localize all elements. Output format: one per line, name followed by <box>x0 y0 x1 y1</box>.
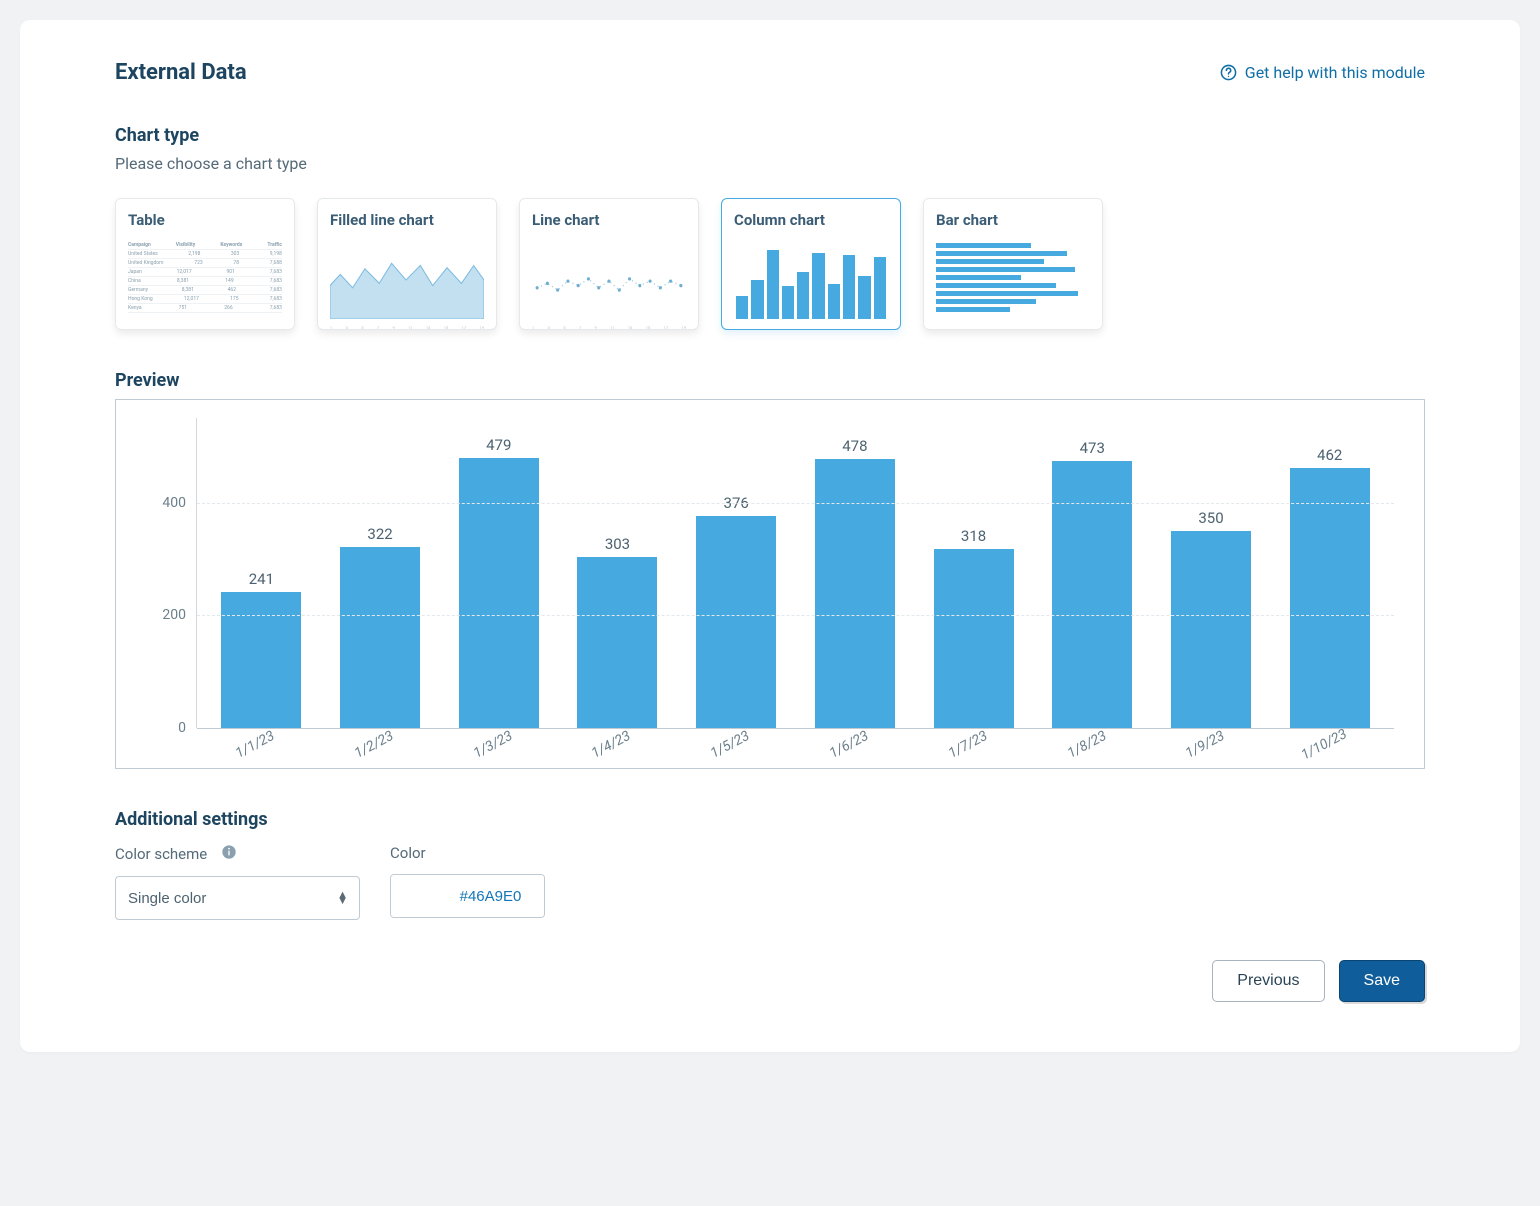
help-link[interactable]: Get help with this module <box>1220 63 1425 82</box>
chart-plot-area: 0200400 241322479303376478318473350462 <box>146 418 1394 728</box>
bar-value-label: 303 <box>605 535 630 553</box>
bar-value-label: 350 <box>1198 509 1223 527</box>
chart-bar: 350 <box>1152 418 1271 728</box>
help-link-label: Get help with this module <box>1245 63 1425 82</box>
preview-chart: 0 200 400 241 322 479 303 376 478 318 473 350 462 1… <box>115 399 1425 769</box>
chart-bar: 479 <box>439 418 558 728</box>
filled-line-thumb-icon: 135791113151719 <box>330 241 484 319</box>
chart-bar: 473 <box>1033 418 1152 728</box>
chart-option-label: Table <box>128 211 282 229</box>
page-title: External Data <box>115 60 247 85</box>
color-scheme-select[interactable]: Single color <box>115 876 360 920</box>
color-scheme-label: Color scheme <box>115 844 360 864</box>
chart-y-axis: 0200400 <box>146 418 196 728</box>
wizard-buttons: Previous Save <box>115 960 1425 1002</box>
color-input[interactable] <box>390 874 545 918</box>
bar-value-label: 241 <box>249 570 274 588</box>
help-icon <box>1220 64 1237 81</box>
chart-bar: 303 <box>558 418 677 728</box>
color-field: Color <box>390 844 545 920</box>
line-thumb-icon: 135791113151719 <box>532 241 686 319</box>
color-hex-input[interactable] <box>391 875 545 917</box>
bar-value-label: 478 <box>842 437 867 455</box>
color-scheme-field: Color scheme Single color ▲▼ <box>115 844 360 920</box>
column-thumb-icon <box>734 241 888 319</box>
chart-bar: 318 <box>914 418 1033 728</box>
bar-value-label: 322 <box>367 525 392 543</box>
chart-bar: 241 <box>202 418 321 728</box>
color-label: Color <box>390 844 545 862</box>
chart-option-label: Filled line chart <box>330 211 484 229</box>
chart-bar: 376 <box>677 418 796 728</box>
chart-type-title: Chart type <box>115 125 1425 146</box>
bar-value-label: 318 <box>961 527 986 545</box>
chart-bar: 462 <box>1270 418 1389 728</box>
y-tick: 200 <box>162 607 186 623</box>
chart-option-label: Column chart <box>734 211 888 229</box>
y-tick: 0 <box>178 720 186 736</box>
chart-type-options: Table CampaignVisibilityKeywordsTraffic … <box>115 198 1425 330</box>
chart-x-axis: 1/1/231/2/231/3/231/4/231/5/231/6/231/7/… <box>196 734 1394 750</box>
module-card: External Data Get help with this module … <box>20 20 1520 1052</box>
bar-thumb-icon <box>936 241 1090 319</box>
chart-bar: 478 <box>796 418 915 728</box>
info-icon[interactable] <box>221 844 237 864</box>
chart-option-filled-line[interactable]: Filled line chart 135791113151719 <box>317 198 497 330</box>
chart-option-bar[interactable]: Bar chart <box>923 198 1103 330</box>
bar-value-label: 473 <box>1080 439 1105 457</box>
y-tick: 400 <box>162 495 186 511</box>
chart-option-column[interactable]: Column chart <box>721 198 901 330</box>
save-button[interactable]: Save <box>1339 960 1425 1002</box>
table-thumb-icon: CampaignVisibilityKeywordsTraffic United… <box>128 241 282 319</box>
chart-plot: 241 322 479 303 376 478 318 473 350 462 <box>196 418 1394 728</box>
preview-title: Preview <box>115 370 1425 391</box>
settings-row: Color scheme Single color ▲▼ Color <box>115 844 1425 920</box>
chart-type-subtitle: Please choose a chart type <box>115 154 1425 173</box>
chart-option-label: Line chart <box>532 211 686 229</box>
chart-option-table[interactable]: Table CampaignVisibilityKeywordsTraffic … <box>115 198 295 330</box>
bar-value-label: 462 <box>1317 446 1342 464</box>
chart-bar: 322 <box>321 418 440 728</box>
chart-option-label: Bar chart <box>936 211 1090 229</box>
header-row: External Data Get help with this module <box>115 60 1425 85</box>
additional-settings-title: Additional settings <box>115 809 1425 830</box>
previous-button[interactable]: Previous <box>1212 960 1324 1002</box>
chart-option-line[interactable]: Line chart 135791113151719 <box>519 198 699 330</box>
bar-value-label: 479 <box>486 436 511 454</box>
